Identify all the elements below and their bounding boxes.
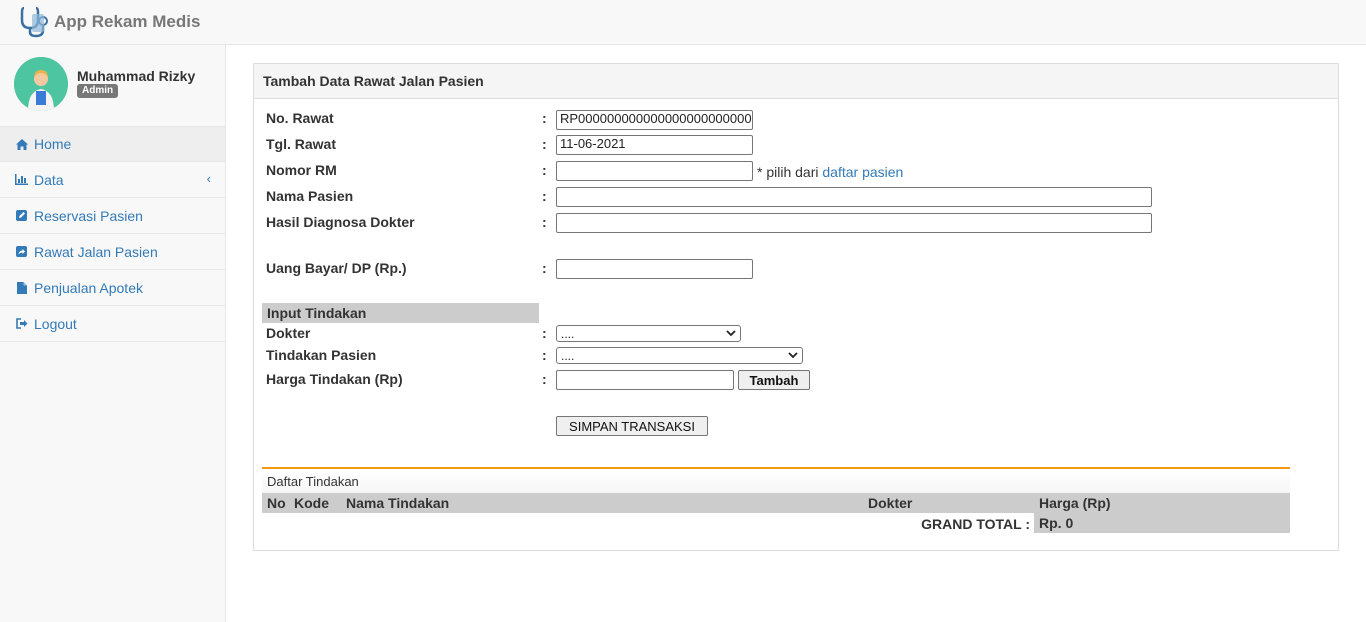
hasil-diagnosa-label: Hasil Diagnosa Dokter (266, 214, 415, 230)
user-panel: Muhammad Rizky Admin (0, 45, 225, 126)
bar-chart-icon (15, 173, 28, 186)
sidebar-item-label: Data (34, 171, 64, 188)
sidebar-item-label: Home (34, 136, 72, 152)
tgl-rawat-label: Tgl. Rawat (266, 136, 337, 152)
colon: : (542, 162, 547, 178)
sidebar-item-rawat-jalan-pasien[interactable]: Rawat Jalan Pasien (0, 234, 225, 270)
sidebar-item-label: Penjualan Apotek (34, 279, 143, 296)
tindakan-selected-value: .... (561, 348, 575, 363)
colon: : (542, 371, 547, 387)
colon: : (542, 325, 547, 341)
uang-bayar-input[interactable] (556, 259, 753, 279)
daftar-pasien-link[interactable]: daftar pasien (822, 164, 903, 180)
tindakan-pasien-select[interactable]: .... (556, 347, 803, 364)
colon: : (542, 214, 547, 230)
tambah-button[interactable]: Tambah (738, 370, 810, 390)
user-name: Muhammad Rizky (77, 68, 196, 84)
sidebar-item-logout[interactable]: Logout (0, 306, 225, 342)
simpan-transaksi-button[interactable]: SIMPAN TRANSAKSI (556, 416, 708, 436)
harga-tindakan-input[interactable] (556, 370, 734, 390)
grand-total-label: GRAND TOTAL : (921, 516, 1030, 532)
chevron-down-icon (726, 330, 736, 337)
row-harga-tindakan: Harga Tindakan (Rp) (266, 371, 403, 387)
no-rawat-label: No. Rawat (266, 110, 334, 126)
tindakan-pasien-label: Tindakan Pasien (266, 347, 377, 363)
tgl-rawat-input[interactable]: 11-06-2021 (556, 135, 753, 155)
colon: : (542, 136, 547, 152)
panel-heading: Tambah Data Rawat Jalan Pasien (254, 64, 1338, 99)
row-tgl-rawat: Tgl. Rawat (266, 136, 336, 152)
row-nomor-rm: Nomor RM (266, 162, 337, 178)
input-tindakan-header: Input Tindakan (262, 303, 539, 323)
home-icon (15, 138, 28, 151)
sidebar-item-home[interactable]: Home (0, 126, 225, 162)
grand-total-value: Rp. 0 (1034, 513, 1290, 533)
dokter-selected-value: .... (561, 326, 575, 341)
share-icon (15, 245, 28, 258)
form-panel: Tambah Data Rawat Jalan Pasien No. Rawat… (253, 63, 1339, 551)
hasil-diagnosa-input[interactable] (556, 213, 1152, 233)
colon: : (542, 347, 547, 363)
table-header-row: No Kode Nama Tindakan Dokter Harga (Rp) (262, 493, 1290, 513)
daftar-tindakan-title: Daftar Tindakan (262, 467, 1290, 493)
nama-pasien-input[interactable] (556, 187, 1152, 207)
nomor-rm-input[interactable] (556, 161, 753, 181)
logout-icon (15, 317, 28, 330)
file-icon (15, 281, 28, 294)
nama-pasien-label: Nama Pasien (266, 188, 354, 204)
row-tindakan-pasien: Tindakan Pasien (266, 347, 376, 363)
stethoscope-logo-icon (18, 4, 52, 38)
no-rawat-input[interactable]: RP000000000000000000000000 (556, 110, 753, 130)
user-role-badge: Admin (77, 84, 119, 98)
sidebar-item-penjualan-apotek[interactable]: Penjualan Apotek (0, 270, 225, 306)
sidebar-item-label: Reservasi Pasien (34, 207, 143, 224)
row-hasil-diagnosa: Hasil Diagnosa Dokter (266, 214, 415, 230)
brand[interactable]: App Rekam Medis (18, 4, 200, 38)
dokter-select[interactable]: .... (556, 325, 741, 342)
daftar-tindakan-table: Daftar Tindakan No Kode Nama Tindakan Do… (262, 467, 1290, 533)
app-title: App Rekam Medis (54, 12, 201, 31)
top-navbar: App Rekam Medis (0, 0, 1366, 45)
colon: : (542, 188, 547, 204)
dokter-label: Dokter (266, 325, 311, 341)
chevron-down-icon (788, 352, 798, 359)
colon: : (542, 260, 547, 276)
row-uang-bayar: Uang Bayar/ DP (Rp.) (266, 260, 407, 276)
sidebar-item-data[interactable]: Data ‹ (0, 162, 225, 198)
uang-bayar-label: Uang Bayar/ DP (Rp.) (266, 260, 407, 276)
row-nama-pasien: Nama Pasien (266, 188, 353, 204)
sidebar-item-label: Rawat Jalan Pasien (34, 243, 158, 260)
edit-icon (15, 209, 28, 222)
colon: : (542, 110, 547, 126)
row-dokter: Dokter (266, 325, 310, 341)
col-nama-tindakan: Nama Tindakan (346, 495, 450, 511)
col-harga: Harga (Rp) (1039, 495, 1111, 511)
grand-total-row: GRAND TOTAL : Rp. 0 (262, 513, 1290, 533)
harga-tindakan-label: Harga Tindakan (Rp) (266, 371, 403, 387)
sidebar-item-label: Logout (34, 315, 77, 332)
nomor-rm-label: Nomor RM (266, 162, 337, 178)
sidebar-item-reservasi-pasien[interactable]: Reservasi Pasien (0, 198, 225, 234)
col-kode: Kode (294, 495, 329, 511)
avatar (14, 57, 68, 111)
nomor-rm-hint: * pilih dari daftar pasien (757, 164, 903, 180)
row-no-rawat: No. Rawat (266, 110, 334, 126)
nomor-rm-hint-text: * pilih dari (757, 164, 819, 180)
sidebar: Muhammad Rizky Admin Home Data ‹ Reserva… (0, 45, 226, 622)
col-dokter: Dokter (868, 495, 913, 511)
col-no: No (267, 495, 286, 511)
sidebar-menu: Home Data ‹ Reservasi Pasien Rawat Jalan… (0, 126, 225, 342)
chevron-left-icon: ‹ (206, 171, 211, 186)
